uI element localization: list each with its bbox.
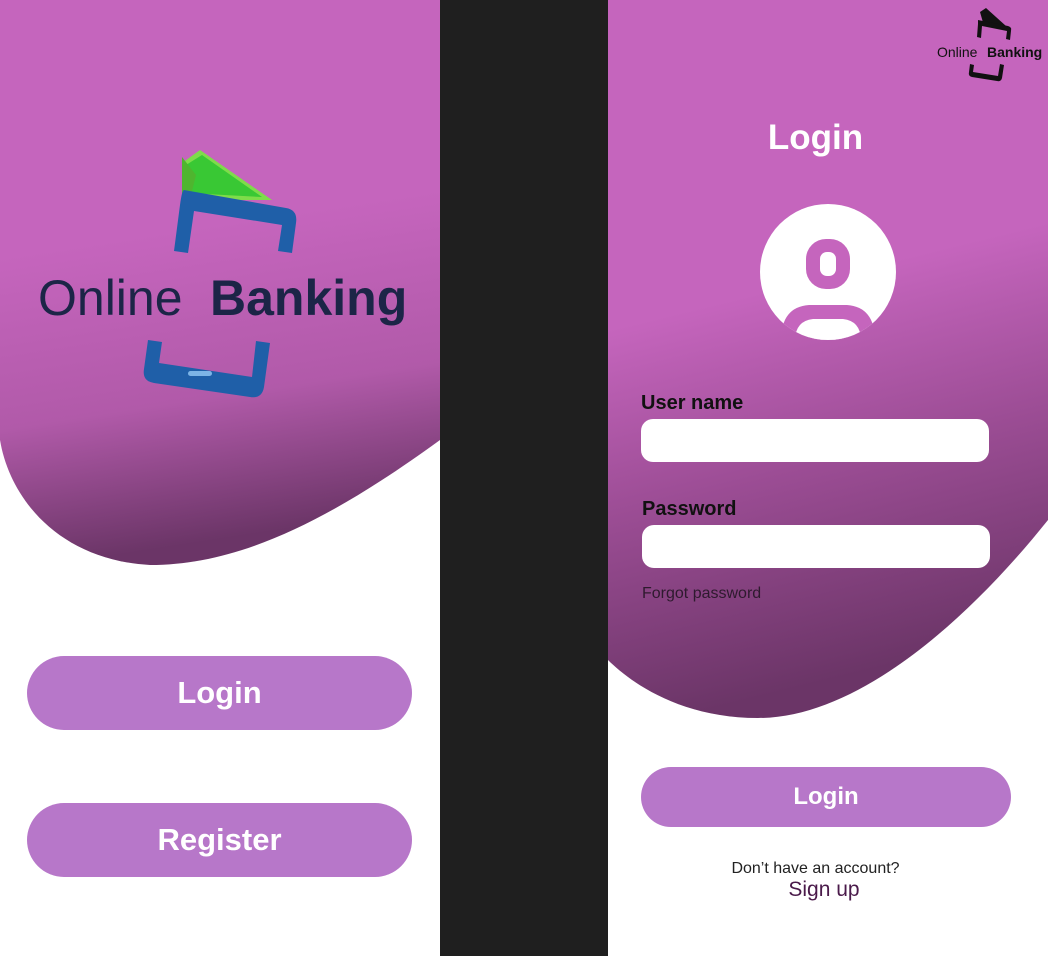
username-input[interactable] bbox=[641, 419, 989, 462]
no-account-text: Don’t have an account? bbox=[731, 860, 900, 877]
register-button[interactable]: Register bbox=[27, 803, 412, 877]
logo-word-banking: Banking bbox=[210, 270, 406, 326]
corner-logo-word-online: Online bbox=[937, 44, 978, 60]
login-screen: Online Banking Login User name Password … bbox=[608, 0, 1048, 956]
logo-word-online: Online bbox=[38, 270, 183, 326]
logo-phone-top bbox=[174, 190, 297, 253]
online-banking-logo-small: Online Banking bbox=[937, 8, 1042, 82]
sign-up-link[interactable]: Sign up bbox=[608, 878, 1040, 902]
password-label: Password bbox=[642, 498, 737, 520]
page-title: Login bbox=[767, 118, 864, 157]
submit-login-button[interactable]: Login bbox=[641, 767, 1011, 827]
username-label: User name bbox=[641, 392, 744, 414]
password-input[interactable] bbox=[642, 525, 990, 568]
logo-phone-bottom bbox=[143, 340, 270, 398]
splash-screen: Online Banking Login Register bbox=[0, 0, 440, 956]
screen-divider bbox=[440, 0, 608, 956]
logo-phone-button bbox=[188, 371, 212, 376]
online-banking-logo: Online Banking bbox=[38, 150, 406, 398]
logo-card-mid bbox=[186, 155, 262, 197]
corner-logo-word-banking: Banking bbox=[987, 44, 1042, 60]
login-button[interactable]: Login bbox=[27, 656, 412, 730]
user-avatar-icon bbox=[760, 204, 896, 340]
forgot-password-link[interactable]: Forgot password bbox=[642, 585, 761, 603]
login-header-blob bbox=[608, 0, 1048, 718]
